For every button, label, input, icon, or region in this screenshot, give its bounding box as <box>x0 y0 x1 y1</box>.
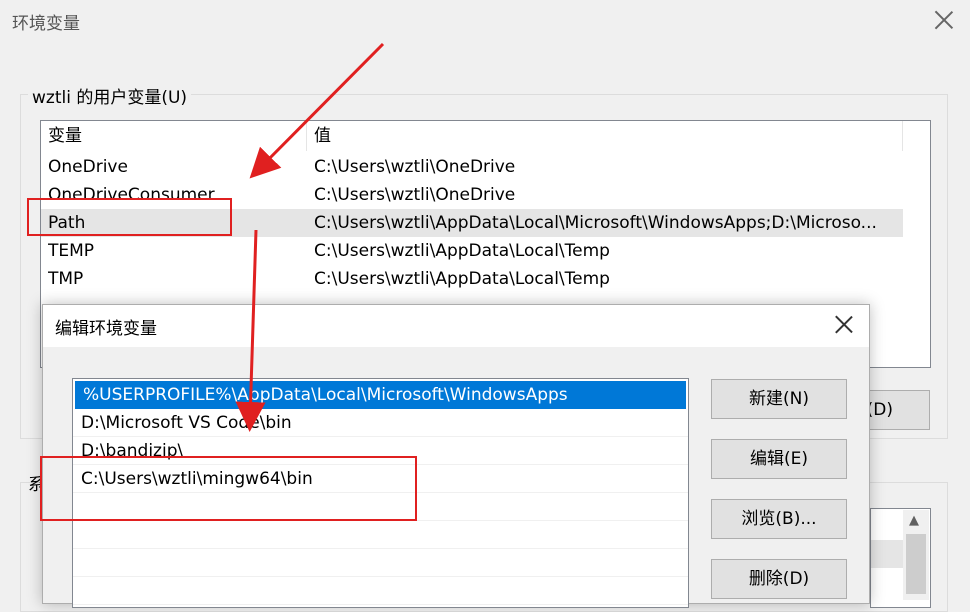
arrow-to-path-row <box>249 42 385 179</box>
arrow-to-path-entry <box>235 229 266 432</box>
annotation-arrows <box>235 42 385 432</box>
